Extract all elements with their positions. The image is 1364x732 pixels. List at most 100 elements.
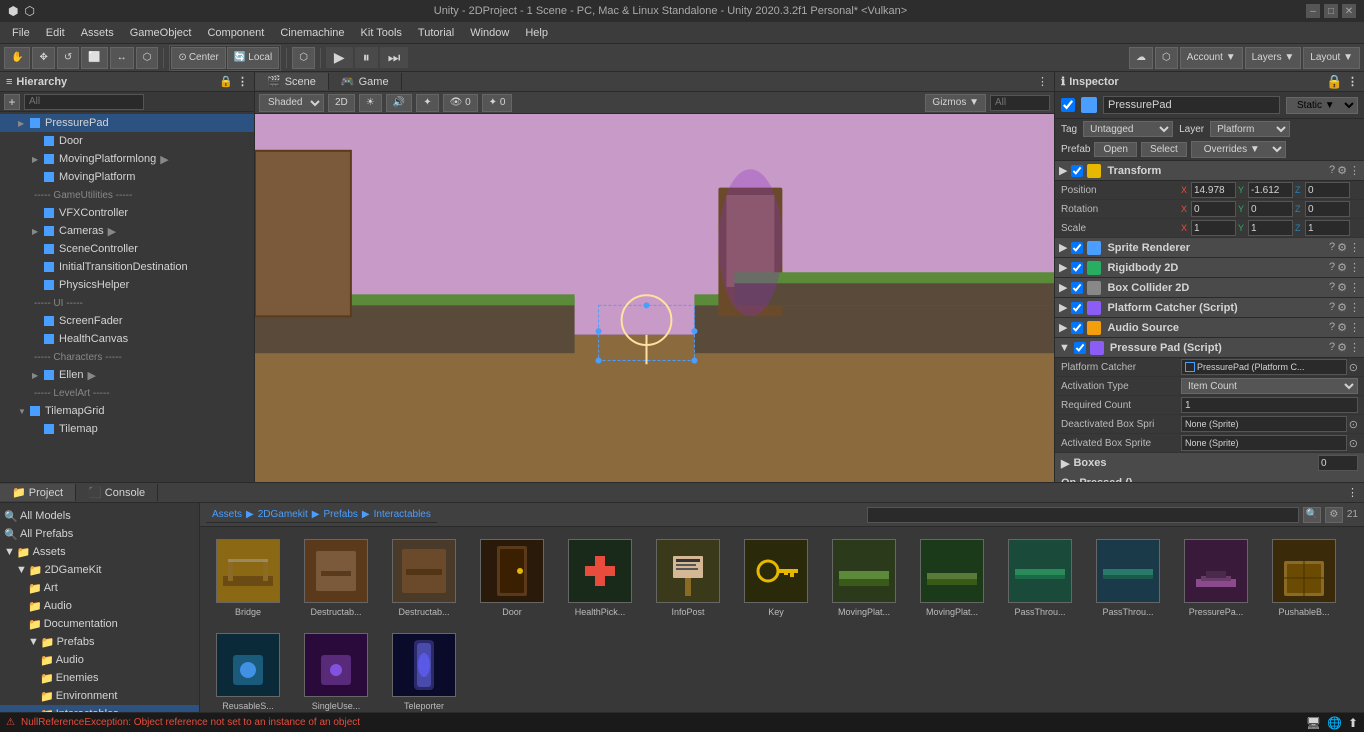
help-icon[interactable]: ? — [1329, 341, 1335, 354]
2d-mode-button[interactable]: 2D — [328, 94, 355, 112]
pressurepad-enabled-checkbox[interactable] — [1074, 342, 1086, 354]
component-menu-icon[interactable]: ⋮ — [1349, 301, 1360, 314]
scale-x-input[interactable] — [1191, 220, 1236, 236]
asset-destructable-2[interactable]: Destructab... — [384, 535, 464, 621]
boxes-section-header[interactable]: ▶ Boxes — [1055, 453, 1364, 473]
menu-tutorial[interactable]: Tutorial — [410, 25, 462, 41]
tab-project[interactable]: 📁 Project — [0, 484, 76, 501]
sprite-renderer-enabled-checkbox[interactable] — [1071, 242, 1083, 254]
asset-passthrough-1[interactable]: PassThrou... — [1000, 535, 1080, 621]
step-button[interactable]: ⏭ — [380, 47, 409, 68]
asset-healthpick[interactable]: HealthPick... — [560, 535, 640, 621]
hierarchy-item-movingplatformlong[interactable]: ▶ MovingPlatformlong ▶ — [0, 150, 254, 168]
inspector-lock-button[interactable]: 🔒 — [1326, 74, 1343, 90]
scale-tool[interactable]: ⬜ — [81, 47, 107, 69]
move-tool[interactable]: ✥ — [32, 47, 54, 69]
asset-pressurepad[interactable]: PressurePa... — [1176, 535, 1256, 621]
component-menu-icon[interactable]: ⋮ — [1349, 321, 1360, 334]
deactivated-sprite-ref[interactable]: None (Sprite) — [1181, 416, 1347, 432]
hierarchy-search-input[interactable] — [24, 94, 144, 110]
project-search-input[interactable] — [867, 507, 1299, 523]
collab-button[interactable]: ☁ — [1129, 47, 1153, 69]
transform-component-header[interactable]: ▶ Transform ? ⚙ ⋮ — [1055, 161, 1364, 181]
obj-ref-circle-icon[interactable]: ⊙ — [1349, 361, 1358, 374]
hierarchy-item-pressurepad[interactable]: ▶ PressurePad — [0, 114, 254, 132]
hierarchy-add-button[interactable]: + — [4, 94, 20, 110]
asset-singleuse[interactable]: SingleUse... — [296, 629, 376, 712]
required-count-input[interactable] — [1181, 397, 1358, 413]
layer-dropdown[interactable]: Platform — [1210, 121, 1290, 137]
menu-edit[interactable]: Edit — [38, 25, 73, 41]
local-toggle-button[interactable]: 🔄 Local — [227, 47, 279, 69]
menu-component[interactable]: Component — [199, 25, 272, 41]
project-prefabs-interactables[interactable]: 📁 Interactables — [0, 705, 199, 712]
particles-button[interactable]: ✦ 0 — [482, 94, 513, 112]
asset-teleporter[interactable]: Teleporter — [384, 629, 464, 712]
settings-icon[interactable]: ⚙ — [1337, 164, 1347, 177]
scene-viewport[interactable] — [255, 114, 1054, 482]
transform-enabled-checkbox[interactable] — [1071, 165, 1083, 177]
prefab-open-button[interactable]: Open — [1094, 142, 1136, 157]
asset-infopost[interactable]: InfoPost — [648, 535, 728, 621]
component-menu-icon[interactable]: ⋮ — [1349, 261, 1360, 274]
activated-sprite-ref[interactable]: None (Sprite) — [1181, 435, 1347, 451]
boxcollider-enabled-checkbox[interactable] — [1071, 282, 1083, 294]
project-settings-btn[interactable]: ⚙ — [1325, 507, 1343, 523]
custom-tool[interactable]: ⬡ — [292, 47, 315, 69]
hierarchy-item-healthcanvas[interactable]: HealthCanvas — [0, 330, 254, 348]
project-prefabs-enemies[interactable]: 📁 Enemies — [0, 669, 199, 687]
hierarchy-item-movingplatform[interactable]: MovingPlatform — [0, 168, 254, 186]
breadcrumb-assets[interactable]: Assets — [212, 509, 242, 520]
project-search-btn[interactable]: 🔍 — [1303, 507, 1321, 523]
asset-destructable-1[interactable]: Destructab... — [296, 535, 376, 621]
audiosource-header[interactable]: ▶ Audio Source ? ⚙ ⋮ — [1055, 318, 1364, 338]
activated-sprite-circle-icon[interactable]: ⊙ — [1349, 437, 1358, 450]
hierarchy-item-screenfader[interactable]: ScreenFader — [0, 312, 254, 330]
rotation-x-input[interactable] — [1191, 201, 1236, 217]
asset-movingplat-2[interactable]: MovingPlat... — [912, 535, 992, 621]
breadcrumb-prefabs[interactable]: Prefabs — [323, 509, 357, 520]
asset-key[interactable]: Key — [736, 535, 816, 621]
hierarchy-item-tilemap[interactable]: Tilemap — [0, 420, 254, 438]
hierarchy-item-cameras[interactable]: ▶ Cameras ▶ — [0, 222, 254, 240]
hierarchy-item-scenecontroller[interactable]: SceneController — [0, 240, 254, 258]
breadcrumb-2dgamekit[interactable]: 2DGamekit — [258, 509, 308, 520]
boxcollider-header[interactable]: ▶ Box Collider 2D ? ⚙ ⋮ — [1055, 278, 1364, 298]
shading-mode-dropdown[interactable]: Shaded — [259, 94, 324, 112]
hierarchy-lock-icon[interactable]: 🔒 — [219, 75, 233, 88]
pause-button[interactable]: ⏸ — [355, 47, 378, 68]
platform-catcher-ref[interactable]: PressurePad (Platform C... — [1181, 359, 1347, 375]
position-z-input[interactable] — [1305, 182, 1350, 198]
scale-y-input[interactable] — [1248, 220, 1293, 236]
hierarchy-item-initialtransition[interactable]: InitialTransitionDestination — [0, 258, 254, 276]
project-all-prefabs[interactable]: 🔍 All Prefabs — [0, 525, 199, 543]
asset-reusableswitch[interactable]: ReusableS... — [208, 629, 288, 712]
help-icon[interactable]: ? — [1329, 301, 1335, 314]
layers-button[interactable]: Layers ▼ — [1245, 47, 1302, 69]
menu-help[interactable]: Help — [517, 25, 556, 41]
tab-game[interactable]: 🎮 Game — [329, 73, 402, 90]
hierarchy-item-ellen[interactable]: ▶ Ellen ▶ — [0, 366, 254, 384]
menu-assets[interactable]: Assets — [73, 25, 122, 41]
asset-bridge[interactable]: Bridge — [208, 535, 288, 621]
project-documentation[interactable]: 📁 Documentation — [0, 615, 199, 633]
project-assets-root[interactable]: ▼ 📁 Assets — [0, 543, 199, 561]
boxes-count-input[interactable] — [1318, 455, 1358, 471]
hierarchy-item-door[interactable]: Door — [0, 132, 254, 150]
component-menu-icon[interactable]: ⋮ — [1349, 281, 1360, 294]
component-menu-icon[interactable]: ⋮ — [1349, 241, 1360, 254]
hidden-objects-button[interactable]: 👁 0 — [443, 94, 478, 112]
help-icon[interactable]: ? — [1329, 241, 1335, 254]
help-icon[interactable]: ? — [1329, 164, 1335, 177]
scale-z-input[interactable] — [1305, 220, 1350, 236]
rotation-z-input[interactable] — [1305, 201, 1350, 217]
on-pressed-header[interactable]: On Pressed () — [1055, 473, 1364, 482]
position-y-input[interactable] — [1248, 182, 1293, 198]
gameobject-active-checkbox[interactable] — [1061, 98, 1075, 112]
help-icon[interactable]: ? — [1329, 261, 1335, 274]
settings-icon[interactable]: ⚙ — [1337, 261, 1347, 274]
platformcatcher-header[interactable]: ▶ Platform Catcher (Script) ? ⚙ ⋮ — [1055, 298, 1364, 318]
lighting-button[interactable]: ☀ — [359, 94, 382, 112]
tab-scene[interactable]: 🎬 Scene — [255, 73, 329, 90]
rigidbody-enabled-checkbox[interactable] — [1071, 262, 1083, 274]
